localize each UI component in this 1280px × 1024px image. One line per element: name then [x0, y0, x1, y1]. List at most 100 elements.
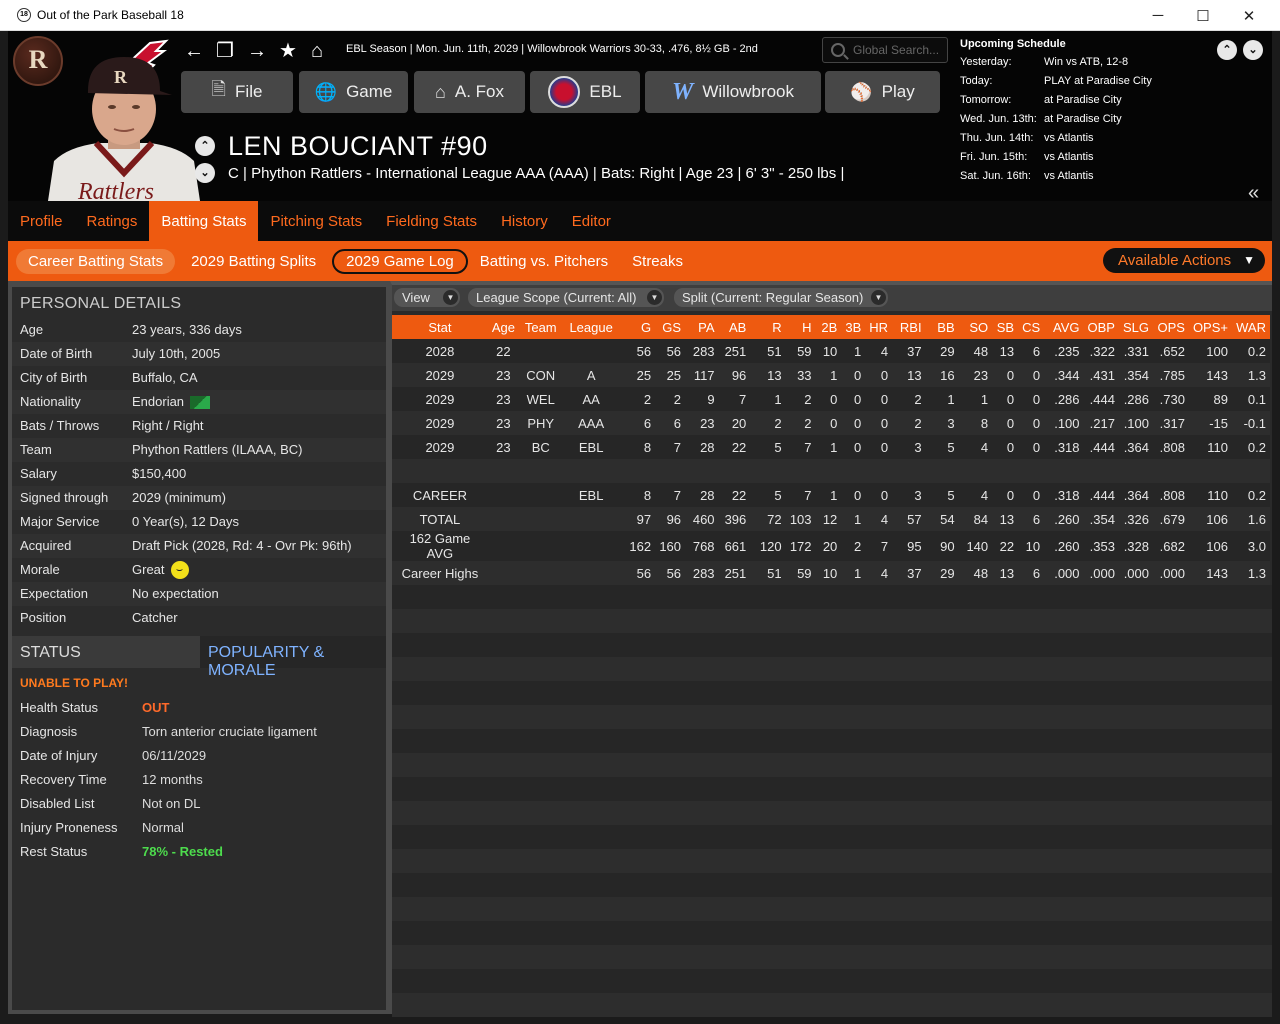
schedule-up-button[interactable]: ⌃	[1217, 40, 1237, 60]
split-dropdown[interactable]: Split (Current: Regular Season) ▼	[674, 288, 888, 307]
header: R Rattlers R ← ❐ → ★ ⌂ EBL Season | Mon.…	[8, 31, 1272, 201]
column-header-g[interactable]: G	[619, 315, 656, 339]
tab-fielding-stats[interactable]: Fielding Stats	[374, 201, 489, 241]
table-cell: .328	[1118, 531, 1153, 561]
forward-arrow-icon[interactable]: →	[247, 41, 267, 61]
schedule-down-button[interactable]: ⌄	[1243, 40, 1263, 60]
table-cell: 3	[892, 483, 926, 507]
minimize-button[interactable]: ─	[1135, 0, 1181, 31]
tab-status[interactable]: STATUS	[12, 636, 200, 668]
table-row[interactable]	[392, 459, 1270, 483]
table-cell	[487, 561, 519, 585]
subtab-career-batting-stats[interactable]: Career Batting Stats	[16, 248, 176, 274]
column-header-ab[interactable]: AB	[718, 315, 751, 339]
table-cell: 23	[487, 435, 519, 459]
table-row[interactable]: 2029 23 BC EBL 8 7 28 22 5 7 1 0 0 3 5 4 0 0.318.444.364.…	[392, 435, 1270, 459]
globe-icon: 🌐	[314, 81, 338, 102]
nav-play-button[interactable]: ⚾ Play	[825, 71, 940, 113]
back-arrow-icon[interactable]: ←	[184, 41, 204, 61]
close-button[interactable]: ✕	[1226, 0, 1272, 31]
maximize-button[interactable]: ☐	[1180, 0, 1226, 31]
column-header-bb[interactable]: BB	[925, 315, 959, 339]
nav-manager-button[interactable]: ⌂ A. Fox	[414, 71, 525, 113]
table-cell	[487, 459, 519, 483]
table-cell	[562, 459, 620, 483]
previous-player-button[interactable]: ⌃	[195, 136, 215, 156]
nationality-link[interactable]: Endorian	[132, 390, 184, 414]
team-link[interactable]: Phython Rattlers (ILAAA, BC)	[132, 438, 303, 462]
tab-ratings[interactable]: Ratings	[75, 201, 150, 241]
league-scope-dropdown[interactable]: League Scope (Current: All) ▼	[468, 288, 664, 307]
column-header-war[interactable]: WAR	[1231, 315, 1270, 339]
table-cell	[518, 483, 563, 507]
subtab-streaks[interactable]: Streaks	[620, 249, 695, 274]
detail-row: Morale Great ⌣	[12, 558, 386, 582]
column-header-hr[interactable]: HR	[865, 315, 893, 339]
tab-history[interactable]: History	[489, 201, 560, 241]
tab-pitching-stats[interactable]: Pitching Stats	[258, 201, 374, 241]
personal-details-title: PERSONAL DETAILS	[20, 295, 182, 312]
nav-league-button[interactable]: EBL	[530, 71, 640, 113]
table-cell: .444	[1083, 387, 1119, 411]
subtab-game-log[interactable]: 2029 Game Log	[332, 248, 468, 274]
column-header-ops[interactable]: OPS	[1153, 315, 1189, 339]
column-header-rbi[interactable]: RBI	[892, 315, 926, 339]
column-header-league[interactable]: League	[562, 315, 620, 339]
nav-game-button[interactable]: 🌐 Game	[299, 71, 408, 113]
next-player-button[interactable]: ⌄	[195, 163, 215, 183]
column-header-so[interactable]: SO	[958, 315, 993, 339]
table-cell: 162	[619, 531, 656, 561]
table-cell: 6	[1018, 507, 1045, 531]
table-row[interactable]: Career Highs 56 56 283 251 51 59 10 1 4 37 29 48 13 6.…	[392, 561, 1270, 585]
table-row[interactable]: 2029 23 CON A 25 25 117 96 13 33 1 0 0 13 16 23 0 0.344.4…	[392, 363, 1270, 387]
table-cell	[992, 459, 1019, 483]
table-row[interactable]: 2028 22 56 56 283 251 51 59 10 1 4 37 29 48 13 6.235.32…	[392, 339, 1270, 363]
column-header-team[interactable]: Team	[518, 315, 563, 339]
subtab-batting-vs-pitchers[interactable]: Batting vs. Pitchers	[468, 249, 620, 274]
detail-row: Expectation No expectation	[12, 582, 386, 606]
column-header-pa[interactable]: PA	[685, 315, 719, 339]
column-header-ops[interactable]: OPS+	[1188, 315, 1232, 339]
column-header-3b[interactable]: 3B	[841, 315, 866, 339]
column-header-age[interactable]: Age	[487, 315, 519, 339]
tab-batting-stats[interactable]: Batting Stats	[149, 201, 259, 241]
detail-row: City of Birth Buffalo, CA	[20, 370, 198, 385]
column-header-h[interactable]: H	[785, 315, 816, 339]
nav-team-button[interactable]: W Willowbrook	[645, 71, 821, 113]
table-row[interactable]: CAREER EBL 8 7 28 22 5 7 1 0 0 3 5 4 0 0.318.444.364.80…	[392, 483, 1270, 507]
svg-text:Rattlers: Rattlers	[77, 179, 154, 201]
player-tabs: Profile Ratings Batting Stats Pitching S…	[8, 201, 1272, 241]
table-row[interactable]: 2029 23 WEL AA 2 2 9 7 1 2 0 0 0 2 1 1 0 0.286.444.286.73…	[392, 387, 1270, 411]
column-header-gs[interactable]: GS	[655, 315, 686, 339]
column-header-2b[interactable]: 2B	[815, 315, 842, 339]
copy-icon[interactable]: ❐	[216, 41, 234, 61]
subtab-batting-splits[interactable]: 2029 Batting Splits	[179, 249, 328, 274]
star-icon[interactable]: ★	[279, 41, 297, 61]
table-cell	[1118, 459, 1153, 483]
column-header-stat[interactable]: Stat	[392, 315, 488, 339]
table-row[interactable]: 162 Game AVG 162 160 768 661 120 172 20 2 7 95 90 14…	[392, 531, 1270, 561]
tab-popularity-morale[interactable]: POPULARITY & MORALE	[200, 636, 386, 679]
column-header-obp[interactable]: OBP	[1083, 315, 1119, 339]
tab-editor[interactable]: Editor	[560, 201, 623, 241]
table-cell: 106	[1188, 531, 1232, 561]
nav-file-button[interactable]: 🗎 File	[181, 71, 293, 113]
column-header-avg[interactable]: AVG	[1044, 315, 1084, 339]
global-search-input[interactable]: Global Search...	[822, 37, 948, 63]
column-header-slg[interactable]: SLG	[1118, 315, 1153, 339]
home-icon[interactable]: ⌂	[311, 41, 323, 61]
player-portrait: Rattlers R	[48, 57, 200, 201]
table-cell: 460	[685, 507, 719, 531]
table-cell: 7	[655, 483, 686, 507]
column-header-r[interactable]: R	[750, 315, 786, 339]
view-dropdown[interactable]: View ▼	[394, 288, 460, 307]
table-row[interactable]: TOTAL 97 96 460 396 72 103 12 1 4 57 54 84 13 6.260.35…	[392, 507, 1270, 531]
column-header-sb[interactable]: SB	[992, 315, 1019, 339]
column-header-cs[interactable]: CS	[1018, 315, 1045, 339]
tab-profile[interactable]: Profile	[8, 201, 75, 241]
available-actions-dropdown[interactable]: Available Actions ▼	[1103, 248, 1265, 273]
table-cell: .431	[1083, 363, 1119, 387]
table-cell: 2	[892, 387, 926, 411]
table-row[interactable]: 2029 23 PHY AAA 6 6 23 20 2 2 0 0 0 2 3 8 0 0.100.217.100…	[392, 411, 1270, 435]
collapse-panel-icon[interactable]: «	[1248, 182, 1259, 201]
